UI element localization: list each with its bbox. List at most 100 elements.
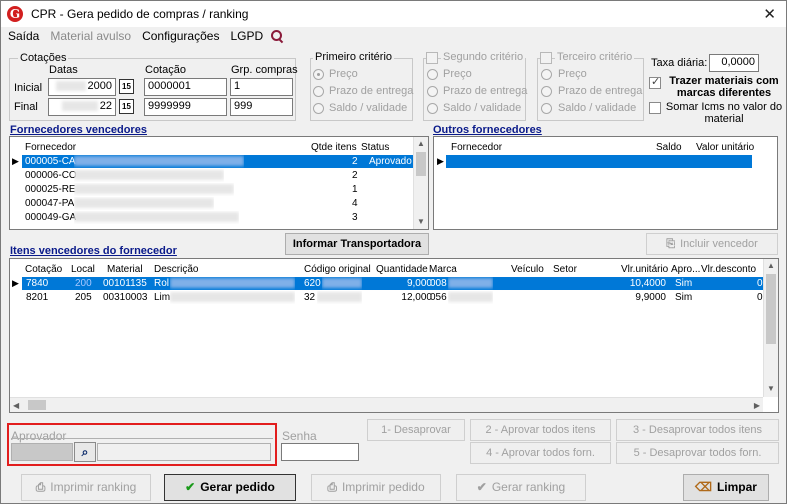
fornecedores-scrollbar[interactable]: ▲ ▼ xyxy=(413,137,428,229)
col-vlr-unitario[interactable]: Vlr.unitário xyxy=(621,264,668,275)
final-cotacao-field[interactable]: 9999999 xyxy=(144,98,227,116)
desaprovar-todos-forn-button[interactable]: 5 - Desaprovar todos forn. xyxy=(616,442,779,464)
col-cotacao[interactable]: Cotação xyxy=(25,264,62,275)
col-fornecedor[interactable]: Fornecedor xyxy=(25,142,76,153)
menu-lgpd[interactable]: LGPD xyxy=(230,29,263,43)
printer-icon: ⎙ xyxy=(35,480,46,494)
taxa-diaria-label: Taxa diária: xyxy=(651,57,708,69)
binoculars-icon[interactable]: ⌕ xyxy=(74,442,96,462)
scroll-up-icon[interactable]: ▲ xyxy=(414,137,428,151)
somar-icms-checkbox[interactable] xyxy=(649,102,661,114)
inicial-cotacao-field[interactable]: 0000001 xyxy=(144,78,227,96)
segundo-criterio-checkbox[interactable] xyxy=(426,52,438,64)
itens-vencedores-title: Itens vencedores do fornecedor xyxy=(10,245,177,257)
final-data-field[interactable]: 22 xyxy=(48,98,116,116)
close-icon[interactable]: ✕ xyxy=(763,5,776,23)
primeiro-saldo-radio[interactable] xyxy=(313,103,324,114)
senha-label: Senha xyxy=(282,429,317,443)
desaprovar-todos-itens-button[interactable]: 3 - Desaprovar todos itens xyxy=(616,419,779,441)
primeiro-criterio-title: Primeiro critério xyxy=(313,51,395,63)
segundo-preco-radio[interactable] xyxy=(427,69,438,80)
incluir-icon: ⎘ xyxy=(666,238,676,250)
aprovar-todos-itens-button[interactable]: 2 - Aprovar todos itens xyxy=(470,419,611,441)
menu-bar: Saída Material avulso Configurações LGPD xyxy=(1,27,786,45)
table-row[interactable]: 8201 205 00310003 Lim 32 12,000 056 9,90… xyxy=(22,291,765,304)
senha-field[interactable] xyxy=(281,443,359,461)
imprimir-ranking-button[interactable]: ⎙ Imprimir ranking xyxy=(21,474,151,501)
col-aprovado[interactable]: Apro... xyxy=(671,264,700,275)
calendar-icon[interactable]: 15 xyxy=(119,79,134,94)
table-row[interactable]: 000025-RE 1 xyxy=(22,183,419,196)
scroll-thumb[interactable] xyxy=(28,400,46,410)
desaprovar-button[interactable]: 1- Desaprovar xyxy=(367,419,465,441)
terceiro-prazo-radio[interactable] xyxy=(541,86,552,97)
scroll-thumb[interactable] xyxy=(416,152,426,176)
inicial-grp-field[interactable]: 1 xyxy=(230,78,293,96)
table-row[interactable]: 000006-CO 2 xyxy=(22,169,419,182)
col-fornecedor[interactable]: Fornecedor xyxy=(451,142,502,153)
col-status[interactable]: Status xyxy=(361,142,389,153)
scroll-up-icon[interactable]: ▲ xyxy=(764,259,778,273)
itens-horizontal-scrollbar[interactable]: ◀ ▶ xyxy=(10,397,763,412)
app-logo-icon: G xyxy=(7,6,23,22)
gerar-pedido-button[interactable]: ✔ Gerar pedido xyxy=(164,474,296,501)
col-quantidade[interactable]: Quantidade xyxy=(376,264,428,275)
aprovador-code-field[interactable] xyxy=(11,443,73,461)
col-qtde-itens[interactable]: Qtde itens xyxy=(311,142,357,153)
col-valor-unitario[interactable]: Valor unitário xyxy=(696,142,754,153)
scroll-thumb[interactable] xyxy=(766,274,776,344)
table-row[interactable]: 000005-CA 2 Aprovado xyxy=(22,155,419,168)
final-label: Final xyxy=(14,101,38,113)
menu-material-avulso[interactable]: Material avulso xyxy=(50,29,131,43)
segundo-saldo-radio[interactable] xyxy=(427,103,438,114)
search-icon[interactable] xyxy=(271,30,283,42)
col-setor[interactable]: Setor xyxy=(553,264,577,275)
itens-grid: Cotação Local Material Descrição Código … xyxy=(9,258,779,413)
redacted-description xyxy=(170,278,295,289)
terceiro-saldo-radio[interactable] xyxy=(541,103,552,114)
check-icon: ✔ xyxy=(476,480,487,494)
table-row[interactable]: 7840 200 00101135 Rol 620 9,000 008 10,4… xyxy=(22,277,765,290)
imprimir-pedido-button[interactable]: ⎙ Imprimir pedido xyxy=(311,474,441,501)
itens-vertical-scrollbar[interactable]: ▲ ▼ xyxy=(763,259,778,397)
col-saldo[interactable]: Saldo xyxy=(656,142,682,153)
table-row[interactable] xyxy=(446,155,752,168)
redacted-name xyxy=(74,156,244,167)
table-row[interactable]: 000049-GA 3 xyxy=(22,211,419,224)
col-descricao[interactable]: Descrição xyxy=(154,264,198,275)
col-marca[interactable]: Marca xyxy=(429,264,457,275)
gerar-ranking-button[interactable]: ✔ Gerar ranking xyxy=(456,474,586,501)
scroll-right-icon[interactable]: ▶ xyxy=(754,398,760,412)
final-grp-field[interactable]: 999 xyxy=(230,98,293,116)
table-row[interactable]: 000047-PA 4 xyxy=(22,197,419,210)
cotacoes-group-label: Cotações xyxy=(18,52,69,64)
col-vlr-desconto[interactable]: Vlr.desconto xyxy=(701,264,756,275)
calendar-icon[interactable]: 15 xyxy=(119,99,134,114)
segundo-preco-label: Preço xyxy=(443,68,472,80)
limpar-button[interactable]: ⌫ Limpar xyxy=(683,474,769,501)
scroll-down-icon[interactable]: ▼ xyxy=(414,215,428,229)
primeiro-preco-label: Preço xyxy=(329,68,358,80)
scroll-left-icon[interactable]: ◀ xyxy=(13,398,19,412)
taxa-diaria-field[interactable]: 0,0000 xyxy=(709,54,759,72)
primeiro-prazo-radio[interactable] xyxy=(313,86,324,97)
segundo-prazo-radio[interactable] xyxy=(427,86,438,97)
scroll-down-icon[interactable]: ▼ xyxy=(764,382,778,396)
terceiro-criterio-checkbox[interactable] xyxy=(540,52,552,64)
incluir-vencedor-button[interactable]: ⎘ Incluir vencedor xyxy=(646,233,778,255)
menu-configuracoes[interactable]: Configurações xyxy=(142,29,219,43)
redacted-date xyxy=(61,101,98,112)
trazer-materiais-checkbox[interactable] xyxy=(649,75,661,89)
col-material[interactable]: Material xyxy=(107,264,143,275)
redacted-brand xyxy=(448,292,493,303)
primeiro-preco-radio[interactable] xyxy=(313,69,324,80)
col-local[interactable]: Local xyxy=(71,264,95,275)
inicial-data-field[interactable]: 2000 xyxy=(48,78,116,96)
aprovador-name-field[interactable] xyxy=(97,443,271,461)
informar-transportadora-button[interactable]: Informar Transportadora xyxy=(285,233,429,255)
terceiro-preco-radio[interactable] xyxy=(541,69,552,80)
menu-saida[interactable]: Saída xyxy=(8,29,39,43)
aprovar-todos-forn-button[interactable]: 4 - Aprovar todos forn. xyxy=(470,442,611,464)
col-veiculo[interactable]: Veículo xyxy=(511,264,544,275)
col-codigo-original[interactable]: Código original xyxy=(304,264,371,275)
